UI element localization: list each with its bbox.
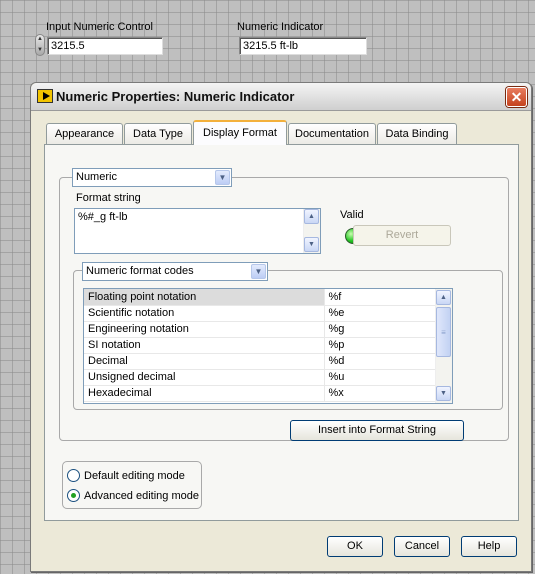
format-code-name: Engineering notation <box>84 321 325 338</box>
table-row[interactable]: Scientific notation %e <box>84 305 452 322</box>
type-select[interactable]: Numeric ▼ <box>72 168 232 187</box>
format-code-name: Scientific notation <box>84 305 325 322</box>
table-row[interactable]: Floating point notation %f <box>84 289 452 306</box>
help-button[interactable]: Help <box>461 536 517 557</box>
chevron-down-icon[interactable]: ▼ <box>215 170 230 185</box>
tab-appearance[interactable]: Appearance <box>46 123 123 144</box>
format-codes-select[interactable]: Numeric format codes ▼ <box>82 262 268 281</box>
revert-button[interactable]: Revert <box>353 225 451 246</box>
scroll-up-icon[interactable]: ▲ <box>304 209 319 224</box>
format-code-name: Floating point notation <box>84 289 325 306</box>
default-editing-mode-option[interactable]: Default editing mode <box>67 469 185 482</box>
dialog-title: Numeric Properties: Numeric Indicator <box>56 89 295 104</box>
format-string-label: Format string <box>76 192 141 204</box>
display-format-panel: Numeric ▼ Format string %#_g ft-lb ▲ ▼ V… <box>44 144 519 521</box>
advanced-editing-mode-label: Advanced editing mode <box>84 489 199 502</box>
chevron-down-icon[interactable]: ▼ <box>251 264 266 279</box>
advanced-editing-mode-option[interactable]: Advanced editing mode <box>67 489 199 502</box>
format-code-name: Decimal <box>84 353 325 370</box>
format-string-textarea[interactable]: %#_g ft-lb ▲ ▼ <box>74 208 321 254</box>
close-button[interactable]: ✕ <box>506 87 527 107</box>
format-string-scrollbar[interactable]: ▲ ▼ <box>303 209 320 253</box>
format-code-value: %e <box>324 305 452 322</box>
valid-label: Valid <box>340 209 364 221</box>
numeric-indicator-display: 3215.5 ft-lb <box>239 37 367 55</box>
table-row[interactable]: Engineering notation %g <box>84 321 452 338</box>
format-codes-select-value: Numeric format codes <box>86 265 194 277</box>
format-code-name: Unsigned decimal <box>84 369 325 386</box>
format-string-value: %#_g ft-lb <box>78 211 128 223</box>
radio-button-advanced[interactable] <box>67 489 80 502</box>
scroll-down-icon[interactable]: ▼ <box>304 237 319 252</box>
labview-app-icon <box>37 89 53 103</box>
format-code-value: %x <box>324 385 452 402</box>
cancel-button[interactable]: Cancel <box>394 536 450 557</box>
ok-button[interactable]: OK <box>327 536 383 557</box>
increment-decrement-spinner[interactable]: ▲ ▼ <box>35 34 45 56</box>
type-select-value: Numeric <box>76 171 117 183</box>
tab-documentation[interactable]: Documentation <box>288 123 376 144</box>
format-code-value: %p <box>324 337 452 354</box>
default-editing-mode-label: Default editing mode <box>84 469 185 482</box>
format-code-value: %f <box>324 289 452 306</box>
format-codes-scrollbar[interactable]: ▲ ≡ ▼ <box>435 289 452 403</box>
insert-into-format-string-button[interactable]: Insert into Format String <box>290 420 464 441</box>
scroll-up-icon[interactable]: ▲ <box>436 290 451 305</box>
format-code-name: SI notation <box>84 337 325 354</box>
format-codes-list[interactable]: Floating point notation %f Scientific nota… <box>83 288 453 404</box>
format-codes-table: Floating point notation %f Scientific nota… <box>84 289 452 402</box>
decrement-arrow-icon[interactable]: ▼ <box>37 46 43 55</box>
table-row[interactable]: Hexadecimal %x <box>84 385 452 402</box>
dialog-titlebar: Numeric Properties: Numeric Indicator ✕ <box>31 83 531 111</box>
format-code-value: %g <box>324 321 452 338</box>
table-row[interactable]: Unsigned decimal %u <box>84 369 452 386</box>
scroll-thumb[interactable]: ≡ <box>436 307 451 357</box>
tab-display-format[interactable]: Display Format <box>193 120 287 145</box>
table-row[interactable]: Decimal %d <box>84 353 452 370</box>
format-code-name: Hexadecimal <box>84 385 325 402</box>
editing-mode-group: Default editing mode Advanced editing mo… <box>62 461 202 509</box>
table-row[interactable]: SI notation %p <box>84 337 452 354</box>
properties-dialog: Numeric Properties: Numeric Indicator ✕ … <box>30 82 532 572</box>
numeric-control-input[interactable]: 3215.5 <box>47 37 163 55</box>
format-code-value: %d <box>324 353 452 370</box>
scroll-down-icon[interactable]: ▼ <box>436 386 451 401</box>
control-label: Input Numeric Control <box>46 21 153 33</box>
radio-button-default[interactable] <box>67 469 80 482</box>
tab-data-binding[interactable]: Data Binding <box>377 123 457 144</box>
indicator-label: Numeric Indicator <box>237 21 324 33</box>
tab-data-type[interactable]: Data Type <box>124 123 192 144</box>
format-code-value: %u <box>324 369 452 386</box>
increment-arrow-icon[interactable]: ▲ <box>37 35 43 44</box>
